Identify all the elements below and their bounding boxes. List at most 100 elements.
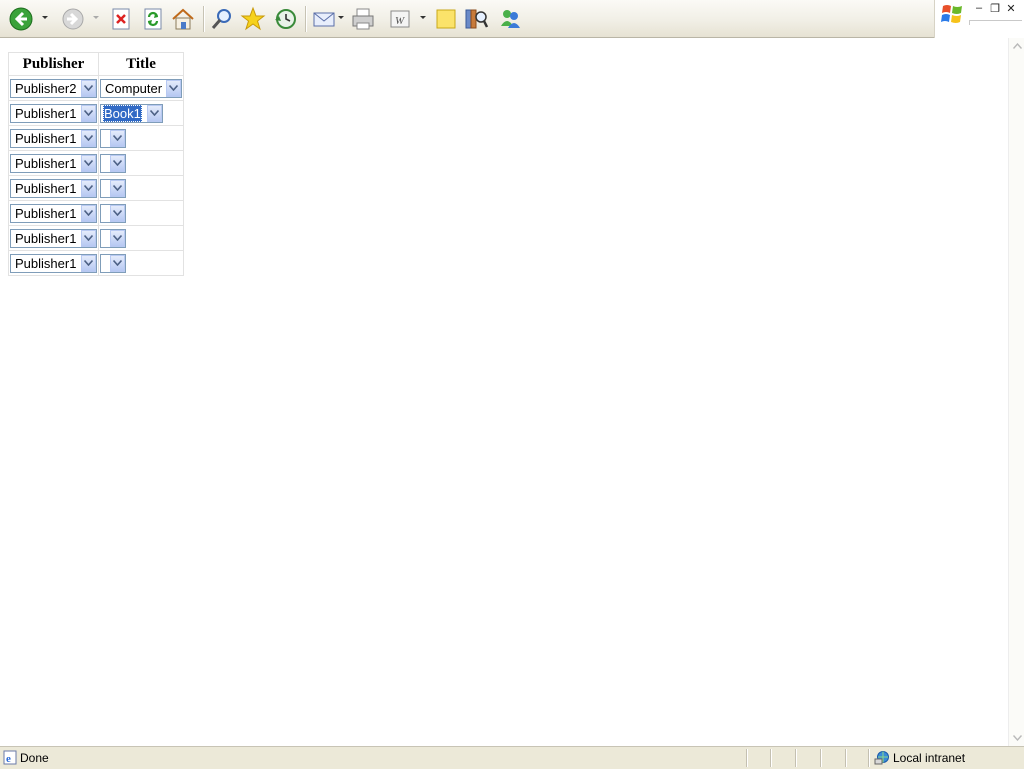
chevron-down-icon [113,260,122,266]
search-button[interactable] [209,6,235,32]
publisher-select[interactable]: Publisher1 [10,228,97,248]
title-dropdown-button[interactable] [110,154,125,172]
close-button[interactable]: ✕ [1005,2,1017,15]
title-select[interactable]: Book1 [100,103,163,123]
publisher-select-value: Publisher1 [15,255,77,271]
home-button[interactable] [170,6,196,32]
favorites-button[interactable] [240,6,266,32]
history-button[interactable] [272,6,298,32]
stop-button[interactable] [108,6,134,32]
title-cell [98,175,184,201]
publisher-cell: Publisher1 [8,100,99,126]
back-button[interactable] [8,6,34,32]
publisher-select-value: Publisher1 [15,105,77,121]
edit-button[interactable]: W [387,6,413,32]
title-select[interactable]: Computer [100,78,182,98]
chevron-down-icon [84,160,93,166]
publisher-select-value: Publisher1 [15,180,77,196]
local-intranet-icon [874,751,889,765]
table-row: Publisher1 [8,175,184,201]
toolbar: W [0,0,934,38]
table-header-row: Publisher Title [8,52,184,76]
publisher-select-value: Publisher1 [15,205,77,221]
notes-button[interactable] [433,6,459,32]
toolbar-separator [305,6,307,32]
publisher-dropdown-button[interactable] [81,229,96,247]
status-divider [845,749,847,767]
table-row: Publisher1 [8,200,184,226]
publisher-select-value: Publisher1 [15,230,77,246]
publisher-select[interactable]: Publisher1 [10,253,97,273]
chevron-down-icon [113,185,122,191]
title-select[interactable] [100,253,126,273]
status-divider [820,749,822,767]
publisher-dropdown-button[interactable] [81,254,96,272]
scroll-up-button[interactable] [1009,38,1024,54]
mail-dropdown-arrow[interactable] [338,16,344,19]
print-button[interactable] [350,6,376,32]
title-cell [98,125,184,151]
publisher-dropdown-button[interactable] [81,154,96,172]
mail-button[interactable] [311,6,337,32]
publisher-select[interactable]: Publisher2 [10,78,97,98]
publisher-select[interactable]: Publisher1 [10,153,97,173]
restore-button[interactable]: ❐ [989,2,1001,15]
publisher-dropdown-button[interactable] [81,204,96,222]
forward-button[interactable] [60,6,86,32]
windows-logo-icon [941,5,962,23]
messenger-button[interactable] [497,6,523,32]
back-dropdown-arrow[interactable] [42,16,48,19]
notes-icon [436,9,456,29]
publisher-select-value: Publisher1 [15,130,77,146]
svg-text:W: W [395,15,405,27]
mail-icon [313,12,335,27]
word-edit-icon: W [390,10,410,28]
title-select[interactable] [100,203,126,223]
back-icon [9,7,33,31]
title-cell [98,225,184,251]
title-select[interactable] [100,153,126,173]
favorites-icon [240,6,266,31]
research-icon [465,9,489,29]
publisher-cell: Publisher1 [8,250,99,276]
status-divider [746,749,748,767]
table-row: Publisher1 [8,125,184,151]
title-select[interactable] [100,228,126,248]
minimize-button[interactable]: – [973,2,985,14]
publisher-select[interactable]: Publisher1 [10,103,97,123]
publisher-dropdown-button[interactable] [81,179,96,197]
chevron-down-icon [113,235,122,241]
title-select[interactable] [100,128,126,148]
title-dropdown-button[interactable] [147,104,162,122]
publisher-cell: Publisher1 [8,225,99,251]
publisher-dropdown-button[interactable] [81,104,96,122]
publisher-dropdown-button[interactable] [81,79,96,97]
refresh-icon [144,8,162,30]
publisher-title-table: Publisher Title Publisher2 Computer Publis… [8,52,184,276]
research-button[interactable] [463,6,489,32]
refresh-button[interactable] [140,6,166,32]
publisher-select[interactable]: Publisher1 [10,203,97,223]
publisher-select[interactable]: Publisher1 [10,178,97,198]
publisher-select-value: Publisher1 [15,155,77,171]
title-dropdown-button[interactable] [110,229,125,247]
title-column-header: Title [98,52,184,76]
title-select-value: Computer [105,80,163,96]
title-cell [98,150,184,176]
forward-dropdown-arrow[interactable] [93,16,99,19]
chevron-down-icon [150,110,159,116]
publisher-dropdown-button[interactable] [81,129,96,147]
title-dropdown-button[interactable] [110,179,125,197]
chevron-down-icon [169,85,178,91]
history-icon [275,9,296,29]
title-select[interactable] [100,178,126,198]
publisher-select[interactable]: Publisher1 [10,128,97,148]
chevron-down-icon [1012,735,1022,741]
title-dropdown-button[interactable] [110,254,125,272]
title-dropdown-button[interactable] [110,204,125,222]
title-dropdown-button[interactable] [110,129,125,147]
title-dropdown-button[interactable] [166,79,181,97]
scroll-down-button[interactable] [1009,730,1024,746]
edit-dropdown-arrow[interactable] [420,16,426,19]
vertical-scrollbar[interactable] [1008,38,1024,746]
